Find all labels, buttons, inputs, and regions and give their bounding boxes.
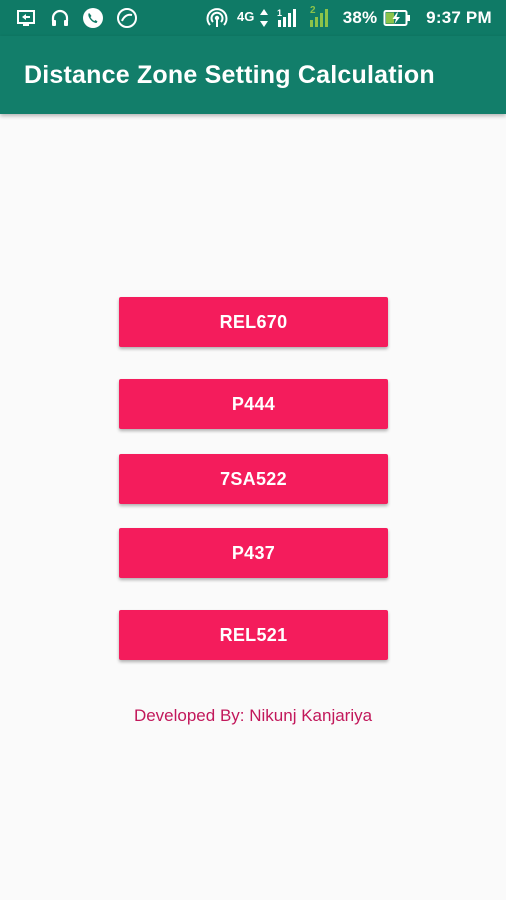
app-bar: Distance Zone Setting Calculation <box>0 36 506 114</box>
battery-charging-icon <box>382 0 412 36</box>
p444-button[interactable]: P444 <box>119 379 388 429</box>
developer-credit: Developed By: Nikunj Kanjariya <box>133 706 373 725</box>
clock-text: 9:37 PM <box>426 8 492 27</box>
phone-call-icon <box>80 0 106 36</box>
app-title: Distance Zone Setting Calculation <box>24 61 435 89</box>
battery-percent-text: 38% <box>342 8 378 27</box>
status-bar: 4G 1 2 38% 9:37 PM <box>0 0 506 36</box>
p437-button[interactable]: P437 <box>119 528 388 578</box>
rel521-button[interactable]: REL521 <box>119 610 388 660</box>
headphones-icon <box>48 0 72 36</box>
signal-sim1-icon: 1 <box>274 0 302 36</box>
signal-sim2-icon: 2 <box>306 0 336 36</box>
hotspot-icon <box>205 0 229 36</box>
svg-text:1: 1 <box>277 8 282 18</box>
network-type-label: 4G <box>237 9 255 24</box>
battery-percent: 38% <box>338 0 382 36</box>
app-notification-icon <box>114 0 140 36</box>
screen-mirror-icon <box>14 0 38 36</box>
network-4g-icon: 4G <box>235 0 271 36</box>
clock: 9:37 PM <box>418 0 500 36</box>
rel670-button[interactable]: REL670 <box>119 297 388 347</box>
7sa522-button[interactable]: 7SA522 <box>119 454 388 504</box>
